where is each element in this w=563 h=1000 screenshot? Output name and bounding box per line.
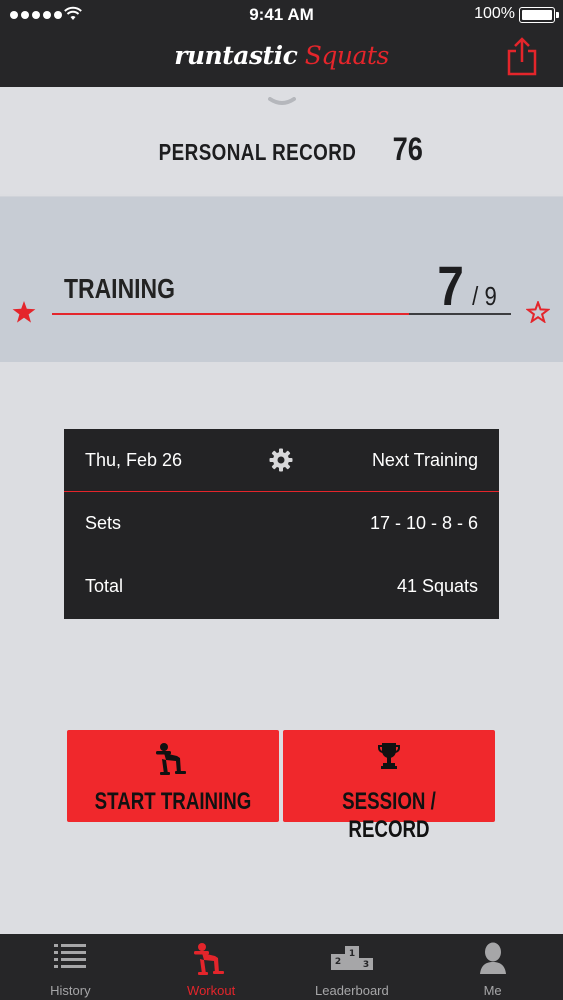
svg-text:1: 1	[349, 949, 355, 959]
tab-me-label: Me	[483, 983, 502, 998]
star-outline-icon	[526, 301, 550, 323]
total-value: 41 Squats	[396, 576, 478, 596]
podium-icon: 1 2 3	[330, 946, 373, 970]
trophy-icon	[378, 743, 400, 769]
tab-history-label: History	[50, 983, 91, 998]
tab-leaderboard-label: Leaderboard	[315, 983, 389, 998]
tab-leaderboard[interactable]: 1 2 3 Leaderboard	[282, 934, 423, 1000]
battery-icon	[519, 7, 559, 23]
sets-label: Sets	[85, 513, 122, 533]
training-progress-section: TRAINING 7 / 9	[0, 196, 563, 362]
svg-text:2: 2	[335, 957, 341, 967]
tab-bar: History Workout 1 2 3 Leaderboard Me	[0, 934, 563, 1000]
status-bar: 9:41 AM 100%	[0, 0, 563, 30]
plan-sets-row: Sets 17 - 10 - 8 - 6	[64, 492, 499, 555]
tab-history[interactable]: History	[0, 934, 141, 1000]
app-logo: runtastic Squats	[0, 41, 563, 70]
sets-value: 17 - 10 - 8 - 6	[369, 513, 478, 533]
list-icon	[54, 944, 87, 968]
battery-percent: 100%	[474, 5, 515, 22]
personal-record-section: PERSONAL RECORD 76	[0, 87, 563, 194]
training-label: TRAINING	[64, 273, 175, 304]
training-plan-card: Thu, Feb 26 Next Training Sets 17 - 10 -…	[64, 429, 499, 619]
start-training-label: START TRAINING	[94, 788, 252, 815]
svg-text:3: 3	[363, 960, 369, 970]
training-progress-bar	[52, 313, 511, 315]
squat-icon	[194, 943, 225, 975]
squat-icon	[156, 743, 186, 775]
pull-handle-icon[interactable]	[268, 97, 296, 107]
next-training-label[interactable]: Next Training	[372, 450, 478, 471]
plan-date: Thu, Feb 26	[85, 449, 183, 470]
training-total: / 9	[472, 281, 497, 311]
share-icon[interactable]	[505, 36, 539, 76]
logo-app-name: Squats	[304, 41, 390, 70]
tab-workout[interactable]: Workout	[141, 934, 282, 1000]
logo-brand: runtastic	[174, 41, 298, 70]
total-label: Total	[85, 576, 124, 596]
person-icon	[479, 942, 506, 974]
tab-me[interactable]: Me	[422, 934, 563, 1000]
session-record-button[interactable]: SESSION / RECORD	[283, 730, 495, 843]
training-current: 7	[437, 254, 464, 317]
training-count: 7 / 9	[435, 253, 499, 318]
tab-workout-label: Workout	[187, 983, 236, 998]
app-header: runtastic Squats	[0, 30, 563, 87]
personal-record-label: PERSONAL RECORD	[158, 139, 357, 165]
personal-record-value: 76	[392, 131, 424, 167]
start-training-button[interactable]: START TRAINING	[67, 730, 279, 822]
gear-icon[interactable]	[269, 448, 293, 472]
personal-record: PERSONAL RECORD 76	[0, 131, 563, 168]
plan-total-row: Total 41 Squats	[64, 555, 499, 618]
training-progress-fill	[52, 313, 410, 315]
star-filled-icon	[12, 301, 36, 323]
session-record-label: SESSION / RECORD	[342, 788, 436, 843]
